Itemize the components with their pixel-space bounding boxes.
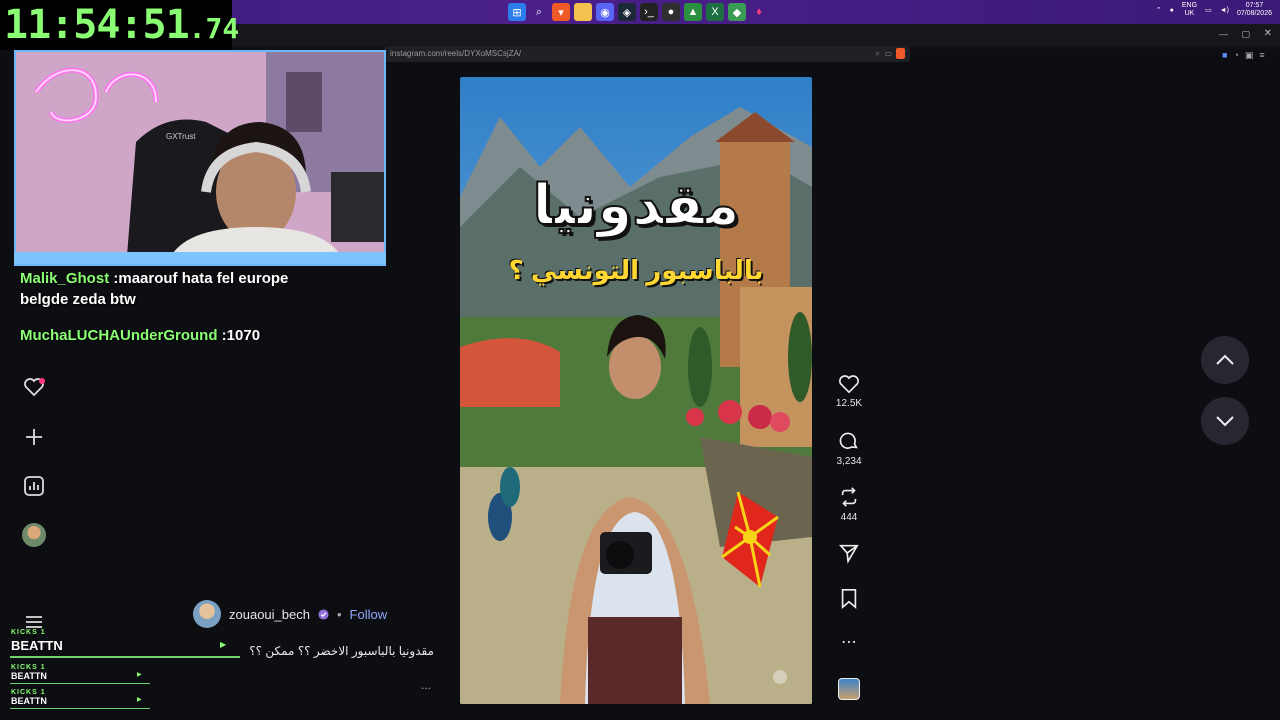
obs-icon[interactable]: ● (662, 3, 680, 21)
app-green-icon[interactable]: ▲ (684, 3, 702, 21)
network-icon[interactable]: ▭ (1205, 6, 1212, 14)
reel-caption: مقدونيا بالباسبور الاخضر ؟؟ ممكن ؟؟ (249, 644, 434, 658)
heart-icon[interactable] (838, 374, 860, 394)
discord-icon[interactable]: ◉ (596, 3, 614, 21)
follow-button[interactable]: Follow (350, 607, 388, 622)
kick-name: BEATTN (11, 638, 63, 653)
menu-icon[interactable]: ≡ (1259, 50, 1264, 61)
next-reel-button[interactable] (1201, 397, 1249, 445)
brave-browser-icon[interactable]: ▾ (552, 3, 570, 21)
like-action[interactable]: 12.5K (834, 374, 864, 409)
extension-icon[interactable]: ◔ (1233, 50, 1238, 61)
audio-thumbnail-image (838, 678, 860, 700)
mute-indicator-icon[interactable] (773, 670, 787, 684)
chat-message: MuchaLUCHAUnderGround :1070 (20, 325, 260, 346)
kick-progress-line (10, 683, 150, 684)
verified-badge-icon (318, 608, 329, 620)
play-icon: ▶ (137, 672, 142, 678)
chair-brand-text: GXTrust (166, 132, 196, 141)
chat-username[interactable]: MuchaLUCHAUnderGround (20, 327, 218, 344)
caption-more-button[interactable]: ... (421, 678, 431, 692)
system-tray: ⌃ ● ENG UK ▭ ◄) 07:57 07/08/2026 (1156, 2, 1272, 18)
kick-name: BEATTN (11, 696, 47, 706)
previous-reel-button[interactable] (1201, 336, 1249, 384)
chat-message: Malik_Ghost :maarouf hata fel europe bel… (20, 268, 288, 310)
insights-chart-icon[interactable] (22, 474, 46, 498)
reel-video[interactable]: مقدونيا بالباسبور التونسي ؟ (460, 77, 812, 704)
kick-label: KICKS 1 (11, 689, 46, 696)
play-icon: ▶ (137, 697, 142, 703)
reel-title-sub: بالباسبور التونسي ؟ (508, 255, 764, 285)
chevron-up-icon (1216, 354, 1234, 365)
separator-dot: • (336, 606, 342, 622)
repost-icon[interactable] (838, 486, 860, 508)
kick-label: KICKS 1 (11, 664, 46, 671)
terminal-icon[interactable]: ›_ (640, 3, 658, 21)
extension-icon[interactable]: ■ (1222, 50, 1227, 61)
create-plus-icon[interactable] (22, 425, 46, 449)
profile-avatar-icon[interactable] (22, 523, 46, 547)
url-text: instagram.com/reels/DYXoMSCsjZA/ (390, 49, 522, 58)
chat-username[interactable]: Malik_Ghost (20, 270, 109, 287)
browser-toolbar: — ▢ ✕ (232, 24, 1280, 46)
reel-title-main: مقدونيا (531, 172, 740, 237)
like-count: 12.5K (835, 398, 863, 409)
share-action[interactable] (834, 542, 864, 564)
minimize-button[interactable]: — (1219, 29, 1228, 39)
app-pin-icon[interactable]: ♦ (750, 3, 768, 21)
comment-count: 3,234 (836, 456, 862, 467)
chat-text: :1070 (217, 327, 261, 344)
timer-fraction: .74 (188, 12, 240, 45)
app-gem-icon[interactable]: ◆ (728, 3, 746, 21)
windows-start-icon[interactable]: ⊞ (508, 3, 526, 21)
repost-count: 444 (840, 512, 858, 523)
zoom-icon[interactable]: ⌕ (876, 49, 880, 59)
streamer-webcam: GXTrust (14, 50, 386, 266)
chat-text: :maarouf hata fel europe (109, 270, 289, 287)
author-avatar[interactable] (193, 600, 221, 628)
brave-shield-icon[interactable] (896, 48, 905, 59)
comment-icon[interactable] (838, 430, 860, 452)
steam-icon[interactable]: ◈ (618, 3, 636, 21)
file-explorer-icon[interactable] (574, 3, 592, 21)
share-send-icon[interactable] (838, 542, 860, 564)
taskbar-clock[interactable]: 07:57 07/08/2026 (1237, 2, 1272, 18)
maximize-button[interactable]: ▢ (1241, 29, 1250, 40)
excel-icon[interactable]: X (706, 3, 724, 21)
save-action[interactable] (834, 588, 864, 610)
language-indicator[interactable]: ENG UK (1182, 2, 1197, 18)
bookmark-icon[interactable] (839, 588, 859, 610)
search-icon[interactable]: ⌕ (530, 3, 548, 21)
webcam-scene: GXTrust (16, 52, 384, 264)
repost-action[interactable]: 444 (834, 486, 864, 523)
comment-action[interactable]: 3,234 (834, 430, 864, 467)
browser-extension-icons: ■ ◔ ▣ ≡ (1222, 50, 1265, 61)
kick-progress-line (10, 656, 240, 658)
kick-label: KICKS 1 (11, 629, 46, 636)
more-options-icon[interactable]: ⋯ (834, 632, 864, 652)
wallet-icon[interactable]: ▣ (1245, 50, 1254, 61)
volume-icon[interactable]: ◄) (1220, 7, 1229, 14)
webcam-frame-bar (14, 252, 386, 264)
address-bar[interactable]: instagram.com/reels/DYXoMSCsjZA/ ⌕ ▭ (384, 46, 910, 62)
chevron-up-icon[interactable]: ⌃ (1156, 6, 1162, 14)
chat-text-continued: belgde zeda btw (20, 291, 136, 308)
taskbar-icons: ⊞ ⌕ ▾ ◉ ◈ ›_ ● ▲ X ◆ ♦ (508, 3, 768, 21)
notifications-heart-icon[interactable] (22, 375, 46, 399)
audio-thumbnail[interactable] (834, 678, 864, 700)
close-window-button[interactable]: ✕ (1264, 28, 1272, 39)
play-icon: ▶ (220, 640, 227, 649)
kick-name: BEATTN (11, 671, 47, 681)
reel-author-row: zouaoui_bech • Follow (193, 600, 387, 628)
timer-main: 11:54:51 (4, 2, 190, 48)
microphone-icon[interactable]: ● (1170, 7, 1174, 14)
chevron-down-icon (1216, 416, 1234, 427)
kick-progress-line (10, 708, 150, 709)
author-username[interactable]: zouaoui_bech (229, 607, 310, 622)
reader-icon[interactable]: ▭ (884, 49, 892, 58)
stream-timer: 11:54:51 .74 (0, 0, 239, 50)
